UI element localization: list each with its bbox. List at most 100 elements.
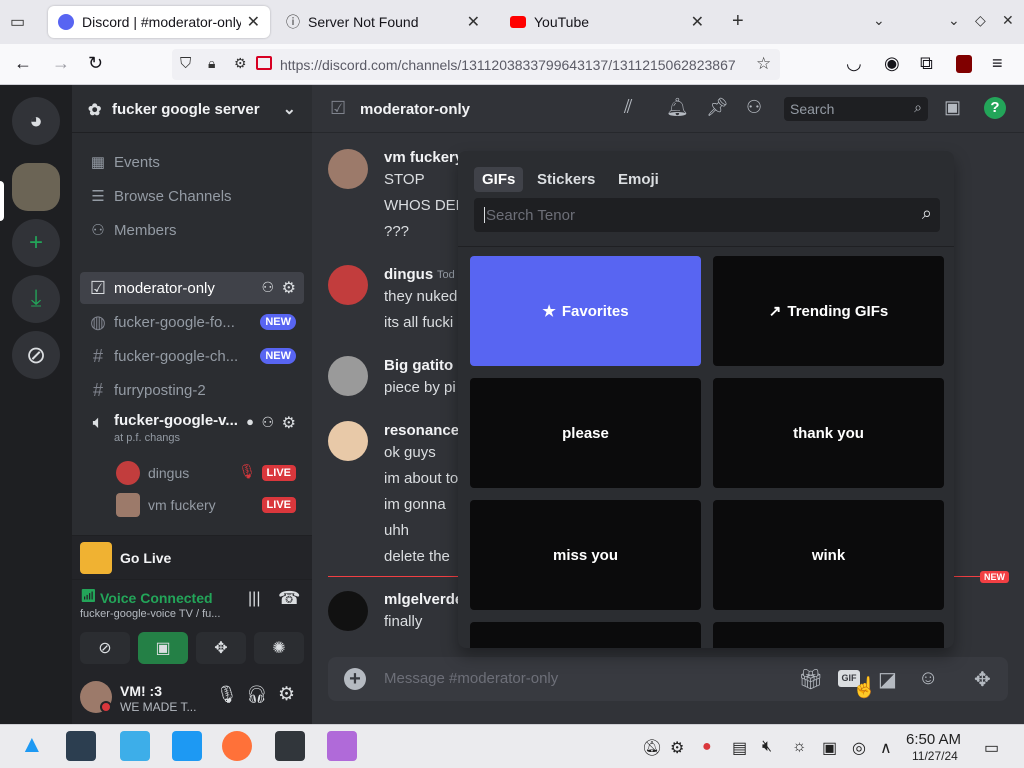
- brightness-icon[interactable]: ☼: [792, 738, 807, 756]
- save-icon[interactable]: ▣: [822, 738, 837, 758]
- tray-expand-icon[interactable]: ∧: [880, 738, 892, 758]
- gif-category-trending[interactable]: ↗ Trending GIFs: [713, 256, 944, 366]
- show-desktop-icon[interactable]: ▭: [984, 738, 999, 758]
- gif-search-input[interactable]: Search Tenor ⌕: [474, 198, 940, 232]
- permissions-icon[interactable]: ⚙: [234, 55, 247, 72]
- emoji-icon[interactable]: ☺: [918, 667, 938, 690]
- member-list-icon[interactable]: ⚇: [746, 97, 762, 118]
- gif-category-please[interactable]: please: [470, 378, 701, 488]
- headphones-icon[interactable]: 🎧︎: [246, 685, 268, 705]
- lock-icon[interactable]: 🔒︎: [208, 55, 215, 72]
- app-launcher-icon[interactable]: ▲: [20, 731, 44, 759]
- close-tab-icon[interactable]: ✕: [691, 12, 704, 32]
- screen-share-indicator-icon[interactable]: [256, 56, 272, 70]
- avatar[interactable]: [328, 591, 368, 631]
- discover-icon[interactable]: ⊘: [12, 331, 60, 379]
- gear-icon[interactable]: ⚙: [282, 278, 296, 298]
- tab-discord[interactable]: Discord | #moderator-only | fucker googl…: [48, 6, 270, 38]
- disconnect-icon[interactable]: ☎: [278, 588, 300, 609]
- url-bar[interactable]: ⛉ 🔒︎ ⚙ https://discord.com/channels/1311…: [172, 49, 780, 80]
- pin-icon[interactable]: 📌︎: [706, 97, 729, 118]
- soundboard-button[interactable]: ✺: [254, 632, 304, 664]
- voice-status[interactable]: Voice Connected: [100, 590, 213, 606]
- avatar[interactable]: [328, 421, 368, 461]
- message-author[interactable]: mlgelverde: [384, 591, 463, 608]
- store-app-icon[interactable]: [120, 731, 150, 761]
- gift-icon[interactable]: 🎁︎: [798, 667, 823, 692]
- avatar[interactable]: [328, 265, 368, 305]
- firefox-icon[interactable]: [222, 731, 252, 761]
- extensions-icon[interactable]: ⧉: [920, 53, 933, 74]
- url-text[interactable]: https://discord.com/channels/13112038337…: [280, 57, 750, 73]
- message-author[interactable]: dingus: [384, 266, 433, 283]
- gif-category-partial[interactable]: [470, 622, 701, 648]
- close-tab-icon[interactable]: ✕: [467, 12, 480, 32]
- avatar[interactable]: [328, 149, 368, 189]
- forward-icon[interactable]: →: [52, 53, 70, 74]
- search-box[interactable]: Search ⌕: [784, 97, 928, 121]
- tracking-shield-icon[interactable]: ⛉: [180, 55, 191, 72]
- maximize-icon[interactable]: ◇: [975, 12, 986, 29]
- gear-icon[interactable]: ⚙: [282, 413, 296, 433]
- message-author[interactable]: vm fuckery: [384, 149, 463, 166]
- channel-moderator-only[interactable]: ☑ moderator-only ⚇ ⚙: [80, 272, 304, 304]
- server-icon-fucker-google[interactable]: [12, 163, 60, 211]
- camera-off-button[interactable]: ⊘: [80, 632, 130, 664]
- notifications-off-icon[interactable]: 🔕︎: [642, 738, 662, 758]
- microphone-icon[interactable]: 🎙︎: [216, 685, 238, 705]
- channel-chat[interactable]: # fucker-google-ch... NEW: [80, 340, 304, 372]
- clock-date[interactable]: 11/27/24: [912, 749, 958, 763]
- terminal-icon[interactable]: [275, 731, 305, 761]
- discord-home-icon[interactable]: ◕: [12, 97, 60, 145]
- download-apps-icon[interactable]: ⤓: [12, 275, 60, 323]
- message-author[interactable]: Big gatito 7: [384, 357, 466, 374]
- file-manager-icon[interactable]: [172, 731, 202, 761]
- menu-icon[interactable]: ≡: [992, 53, 1003, 74]
- gif-category-wink[interactable]: wink: [713, 500, 944, 610]
- gif-category-thank-you[interactable]: thank you: [713, 378, 944, 488]
- clock-time[interactable]: 6:50 AM: [906, 731, 961, 748]
- tab-stickers[interactable]: Stickers: [529, 167, 603, 192]
- chevron-down-icon[interactable]: ⌄: [283, 99, 296, 119]
- account-icon[interactable]: ◉: [884, 53, 900, 74]
- screen-share-button[interactable]: ▣: [138, 632, 188, 664]
- voice-user-dingus[interactable]: dingus 🎙︎ LIVE: [116, 460, 304, 486]
- channel-voice[interactable]: 🔈︎ fucker-google-v... ● ⚇ ⚙ at p.f. chan…: [80, 408, 304, 448]
- back-icon[interactable]: ←: [14, 53, 32, 74]
- nav-browse-channels[interactable]: ☰ Browse Channels: [88, 187, 231, 206]
- sticker-icon[interactable]: ◪: [878, 667, 897, 692]
- minimize-icon[interactable]: ⌄: [948, 12, 960, 29]
- chat-bubble-icon[interactable]: ●: [246, 414, 254, 429]
- inbox-icon[interactable]: ▣: [944, 97, 961, 118]
- gif-category-partial[interactable]: [713, 622, 944, 648]
- clipboard-icon[interactable]: ▤: [732, 738, 747, 758]
- new-tab-button[interactable]: +: [732, 10, 744, 33]
- reload-icon[interactable]: ↻: [88, 53, 103, 74]
- message-author[interactable]: resonance: [384, 422, 459, 439]
- ublock-icon[interactable]: [956, 55, 972, 73]
- bookmark-star-icon[interactable]: ☆: [756, 54, 771, 74]
- network-icon[interactable]: ⚙: [670, 738, 684, 758]
- updates-icon[interactable]: ◎: [852, 738, 866, 758]
- tab-overflow-icon[interactable]: ⌄: [873, 12, 885, 29]
- tab-list-icon[interactable]: ▭: [10, 12, 25, 32]
- channel-forum[interactable]: ◍ fucker-google-fo... NEW: [80, 306, 304, 338]
- record-icon[interactable]: ●: [702, 738, 712, 756]
- avatar[interactable]: [328, 356, 368, 396]
- close-tab-icon[interactable]: ✕: [247, 12, 260, 32]
- nav-events[interactable]: ▦ Events: [88, 153, 160, 172]
- noise-suppression-icon[interactable]: |||: [248, 590, 260, 608]
- pocket-icon[interactable]: ◡: [846, 53, 862, 74]
- user-settings-gear-icon[interactable]: ⚙: [278, 683, 295, 706]
- close-window-icon[interactable]: ✕: [1002, 12, 1014, 29]
- tab-emoji[interactable]: Emoji: [610, 167, 667, 192]
- nav-members[interactable]: ⚇ Members: [88, 221, 176, 240]
- threads-icon[interactable]: ⫽: [624, 97, 632, 119]
- settings-app-icon[interactable]: [66, 731, 96, 761]
- volume-muted-icon[interactable]: 🔇︎: [762, 738, 772, 756]
- virt-app-icon[interactable]: [327, 731, 357, 761]
- apps-icon[interactable]: ✥: [974, 667, 991, 692]
- invite-icon[interactable]: ⚇: [261, 279, 274, 296]
- username[interactable]: VM! :3: [120, 683, 162, 699]
- go-live-bar[interactable]: Go Live: [72, 535, 312, 579]
